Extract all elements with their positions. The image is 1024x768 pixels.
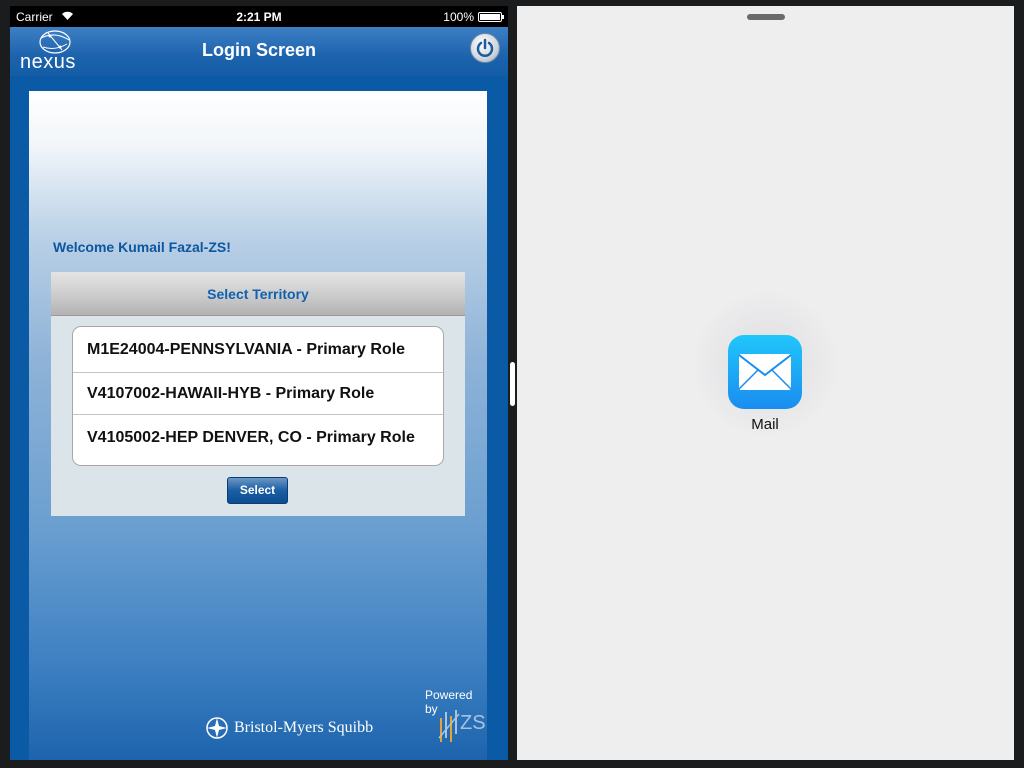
- zs-logo: ZS: [438, 708, 486, 744]
- bristol-myers-squibb-logo: Bristol-Myers Squibb: [205, 716, 373, 740]
- status-bar: Carrier 2:21 PM 100%: [10, 6, 508, 27]
- zs-emblem-icon: [438, 710, 460, 742]
- power-icon: [476, 38, 494, 57]
- welcome-message: Welcome Kumail Fazal-ZS!: [53, 239, 231, 255]
- territory-panel: Select Territory M1E24004-PENNSYLVANIA -…: [51, 272, 465, 516]
- screen: Carrier 2:21 PM 100% nexus Login Screen …: [0, 0, 1024, 768]
- mail-app-icon[interactable]: [728, 335, 802, 409]
- company-name: Bristol-Myers Squibb: [234, 719, 374, 736]
- mail-app-label[interactable]: Mail: [715, 416, 815, 433]
- territory-option[interactable]: V4107002-HAWAII-HYB - Primary Role: [73, 373, 443, 415]
- zs-text: ZS: [460, 712, 486, 734]
- territory-panel-header: Select Territory: [51, 272, 465, 316]
- envelope-icon: [738, 354, 792, 390]
- select-button[interactable]: Select: [227, 477, 288, 504]
- battery-icon: [478, 12, 504, 22]
- login-content: Welcome Kumail Fazal-ZS! Select Territor…: [29, 91, 487, 760]
- page-title: Login Screen: [201, 40, 317, 60]
- battery-percent: 100%: [443, 10, 474, 24]
- territory-list: M1E24004-PENNSYLVANIA - Primary Role V41…: [72, 326, 444, 466]
- nav-bar: nexus Login Screen: [10, 27, 508, 76]
- clock: 2:21 PM: [236, 10, 282, 24]
- split-view-handle[interactable]: [510, 362, 515, 406]
- power-button[interactable]: [470, 33, 500, 63]
- territory-option[interactable]: V4105002-HEP DENVER, CO - Primary Role: [73, 415, 443, 461]
- territory-option[interactable]: M1E24004-PENNSYLVANIA - Primary Role: [73, 327, 443, 373]
- slide-over-grabber[interactable]: [747, 14, 785, 20]
- nexus-app-pane: Carrier 2:21 PM 100% nexus Login Screen …: [10, 6, 508, 760]
- territory-panel-title: Select Territory: [207, 286, 309, 302]
- bms-emblem-icon: [206, 717, 228, 739]
- app-picker-pane: Mail: [517, 6, 1014, 760]
